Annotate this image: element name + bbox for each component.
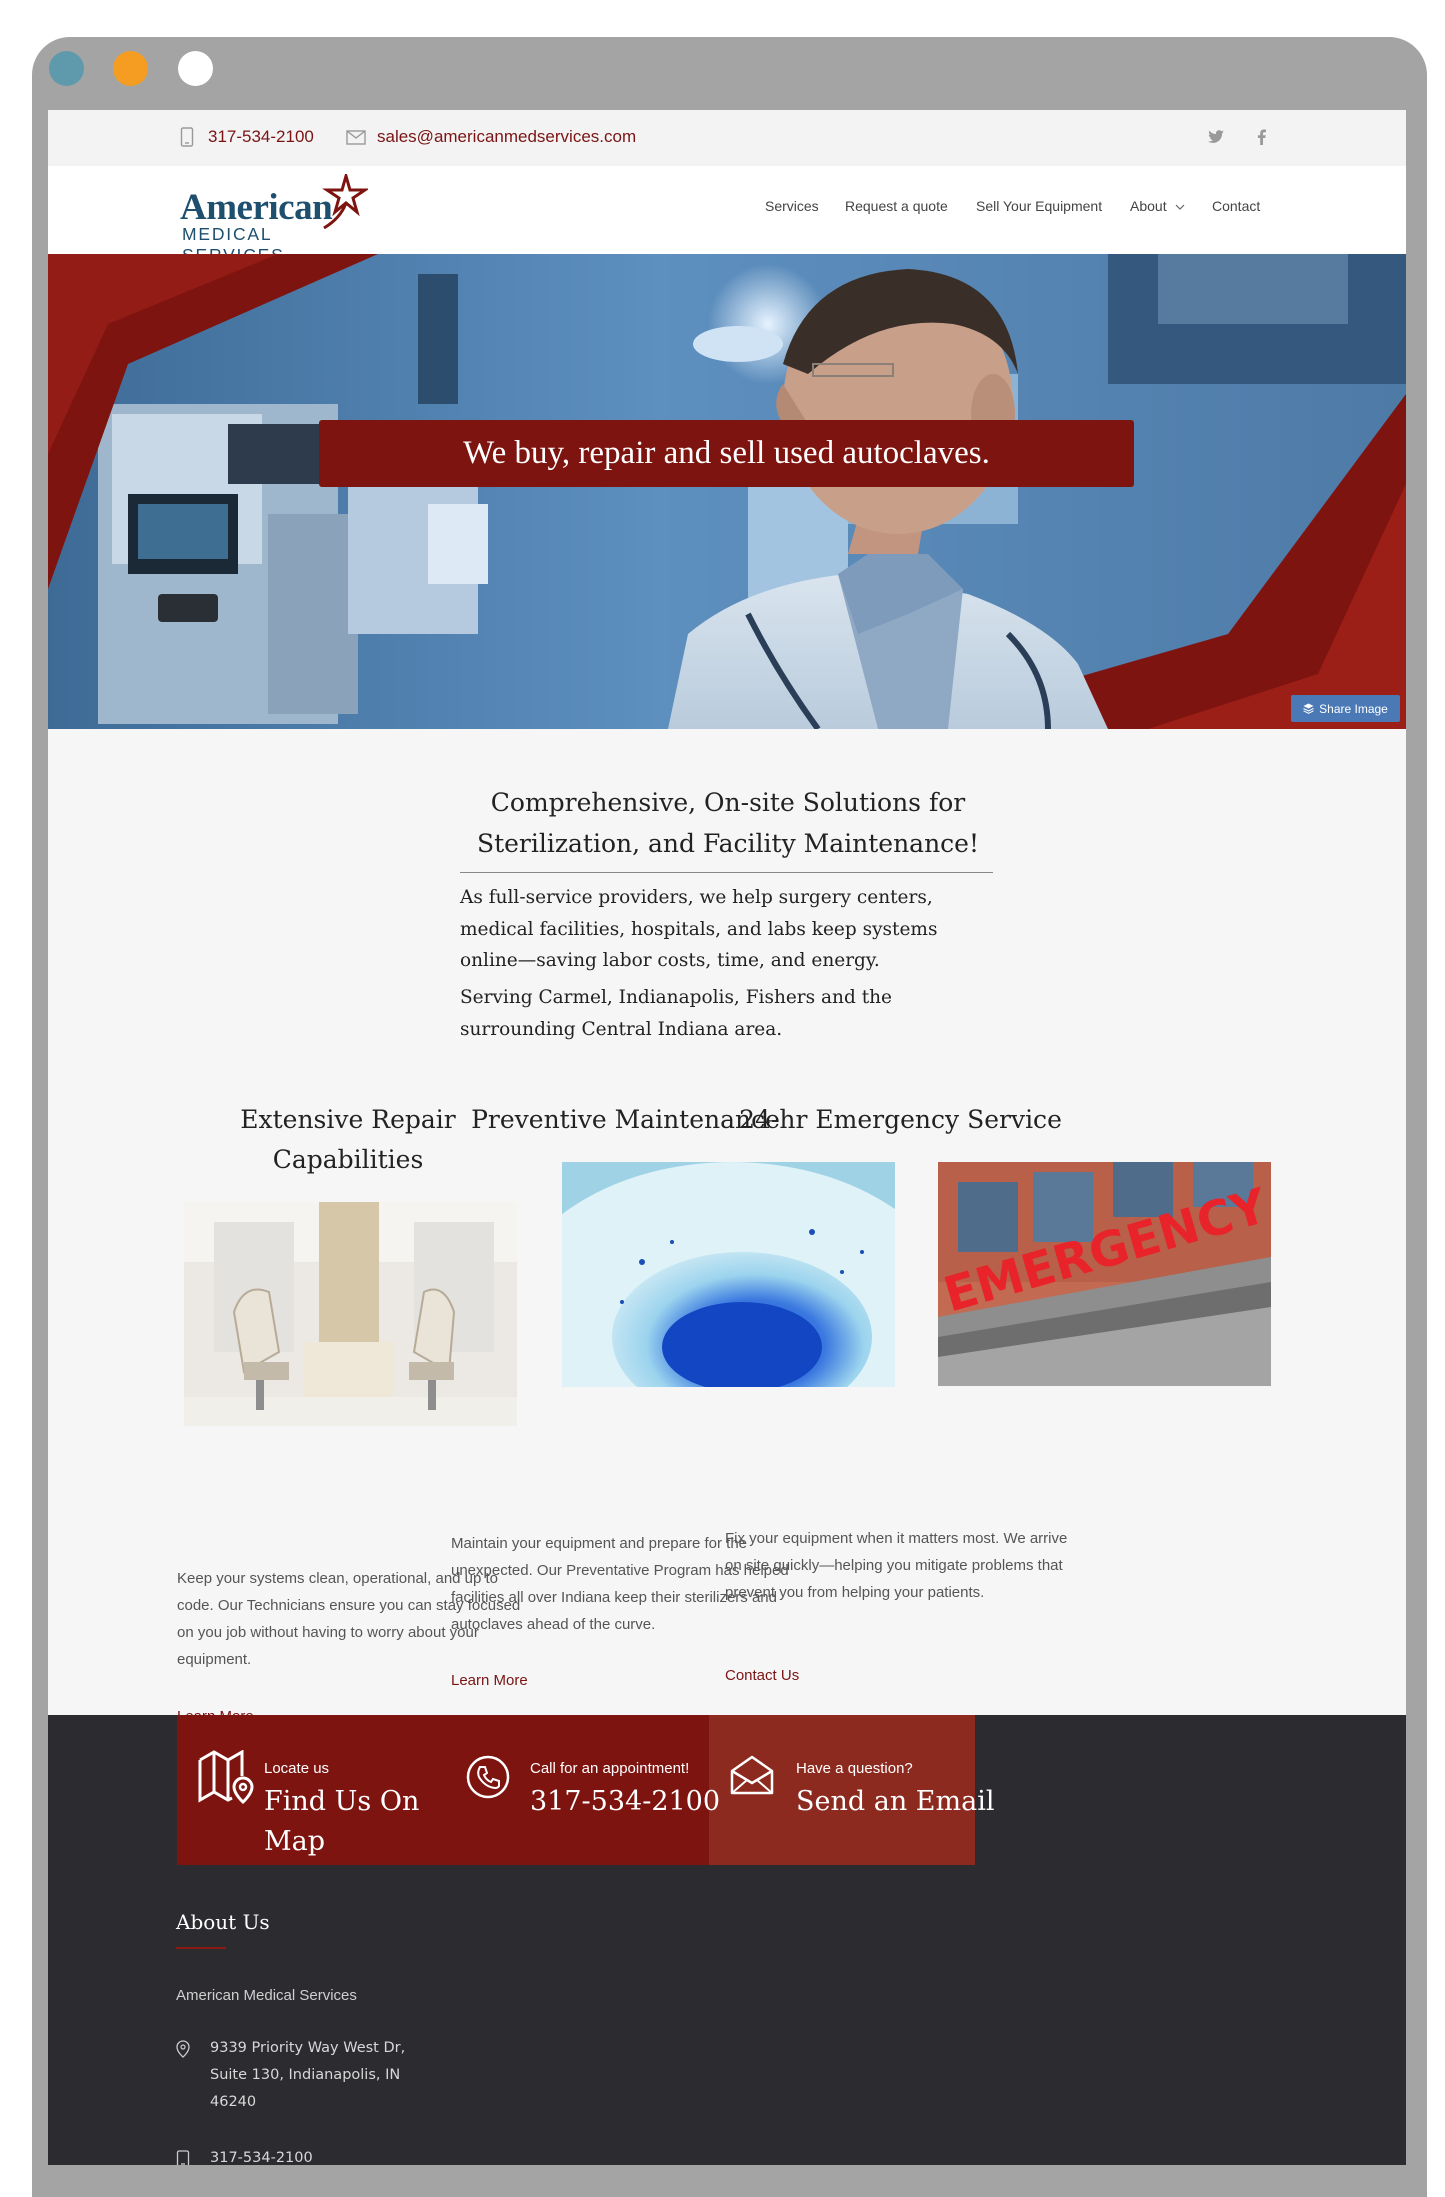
nav-services[interactable]: Services	[765, 198, 819, 214]
footer-about-heading: About Us	[176, 1910, 270, 1934]
map-icon	[198, 1749, 256, 1814]
envelope-open-icon	[730, 1755, 774, 1799]
cta-call-big: 317-534-2100	[530, 1786, 721, 1817]
twitter-icon[interactable]	[1205, 126, 1227, 148]
envelope-icon	[345, 126, 367, 148]
service-title-emergency: 24-hr Emergency Service	[739, 1105, 1062, 1134]
intro-paragraph-1: As full-service providers, we help surge…	[460, 887, 938, 971]
hero-headline: We buy, repair and sell used autoclaves.	[463, 435, 990, 471]
service-image-emergency: EMERGENCY	[938, 1162, 1271, 1386]
hero-image	[48, 254, 1406, 729]
service-text-emergency: Fix your equipment when it matters most.…	[725, 1530, 1068, 1601]
logo-wordmark: American	[180, 187, 333, 228]
footer-company-name: American Medical Services	[176, 1987, 357, 2004]
learn-more-maintenance-link[interactable]: Learn More	[451, 1672, 528, 1689]
share-image-label: Share Image	[1319, 701, 1388, 716]
intro-divider	[460, 872, 993, 873]
chevron-down-icon	[1176, 204, 1185, 210]
site-logo[interactable]: American MEDICAL SERVICES	[180, 174, 380, 265]
mobile-phone-icon	[176, 126, 198, 148]
intro-title: Comprehensive, On-site Solutions for Ste…	[408, 782, 1048, 864]
share-image-button[interactable]: Share Image	[1291, 695, 1400, 722]
cta-call-small: Call for an appointment!	[530, 1760, 690, 1777]
intro-title-line1: Comprehensive, On-site Solutions for	[490, 788, 966, 817]
cta-email-small: Have a question?	[796, 1760, 913, 1777]
nav-about-label: About	[1130, 198, 1167, 214]
facebook-icon[interactable]	[1250, 126, 1272, 148]
nav-contact[interactable]: Contact	[1212, 198, 1260, 214]
footer-address: 9339 Priority Way West Dr, Suite 130, In…	[210, 2040, 406, 2110]
layers-icon	[1303, 703, 1314, 714]
hero-section: We buy, repair and sell used autoclaves.…	[48, 254, 1406, 729]
footer-about-underline	[176, 1947, 226, 1949]
top-bar: 317-534-2100 sales@americanmedservices.c…	[48, 110, 1406, 166]
window-dot-orange[interactable]	[113, 51, 148, 86]
cta-find-map-small: Locate us	[264, 1760, 330, 1777]
service-image-maintenance	[562, 1162, 895, 1387]
phone-icon	[466, 1755, 510, 1803]
topbar-email-link[interactable]: sales@americanmedservices.com	[345, 126, 636, 148]
footer-phone: 317-534-2100	[210, 2150, 313, 2165]
window-dot-teal[interactable]	[49, 51, 84, 86]
cta-find-map-big: Find Us On Map	[264, 1786, 420, 1857]
intro-title-line2: Sterilization, and Facility Maintenance!	[476, 829, 980, 858]
window-dot-white[interactable]	[178, 51, 213, 86]
topbar-email: sales@americanmedservices.com	[377, 127, 637, 146]
hero-headline-banner: We buy, repair and sell used autoclaves.	[319, 420, 1134, 487]
site-header: American MEDICAL SERVICES Services Reque…	[48, 166, 1406, 265]
logo-star-icon	[322, 174, 368, 230]
nav-about[interactable]: About	[1130, 198, 1185, 214]
topbar-phone: 317-534-2100	[208, 127, 314, 146]
cta-email-big: Send an Email	[796, 1786, 995, 1817]
topbar-phone-link[interactable]: 317-534-2100	[176, 126, 314, 148]
intro-paragraph-2: Serving Carmel, Indianapolis, Fishers an…	[460, 987, 892, 1040]
nav-sell-equipment[interactable]: Sell Your Equipment	[976, 198, 1102, 214]
contact-us-link[interactable]: Contact Us	[725, 1667, 799, 1684]
footer-phone-icon	[176, 2150, 190, 2165]
service-image-repair	[184, 1202, 517, 1426]
nav-request-quote[interactable]: Request a quote	[845, 198, 948, 214]
page-viewport: 317-534-2100 sales@americanmedservices.c…	[48, 110, 1406, 2165]
location-pin-icon	[176, 2040, 190, 2062]
